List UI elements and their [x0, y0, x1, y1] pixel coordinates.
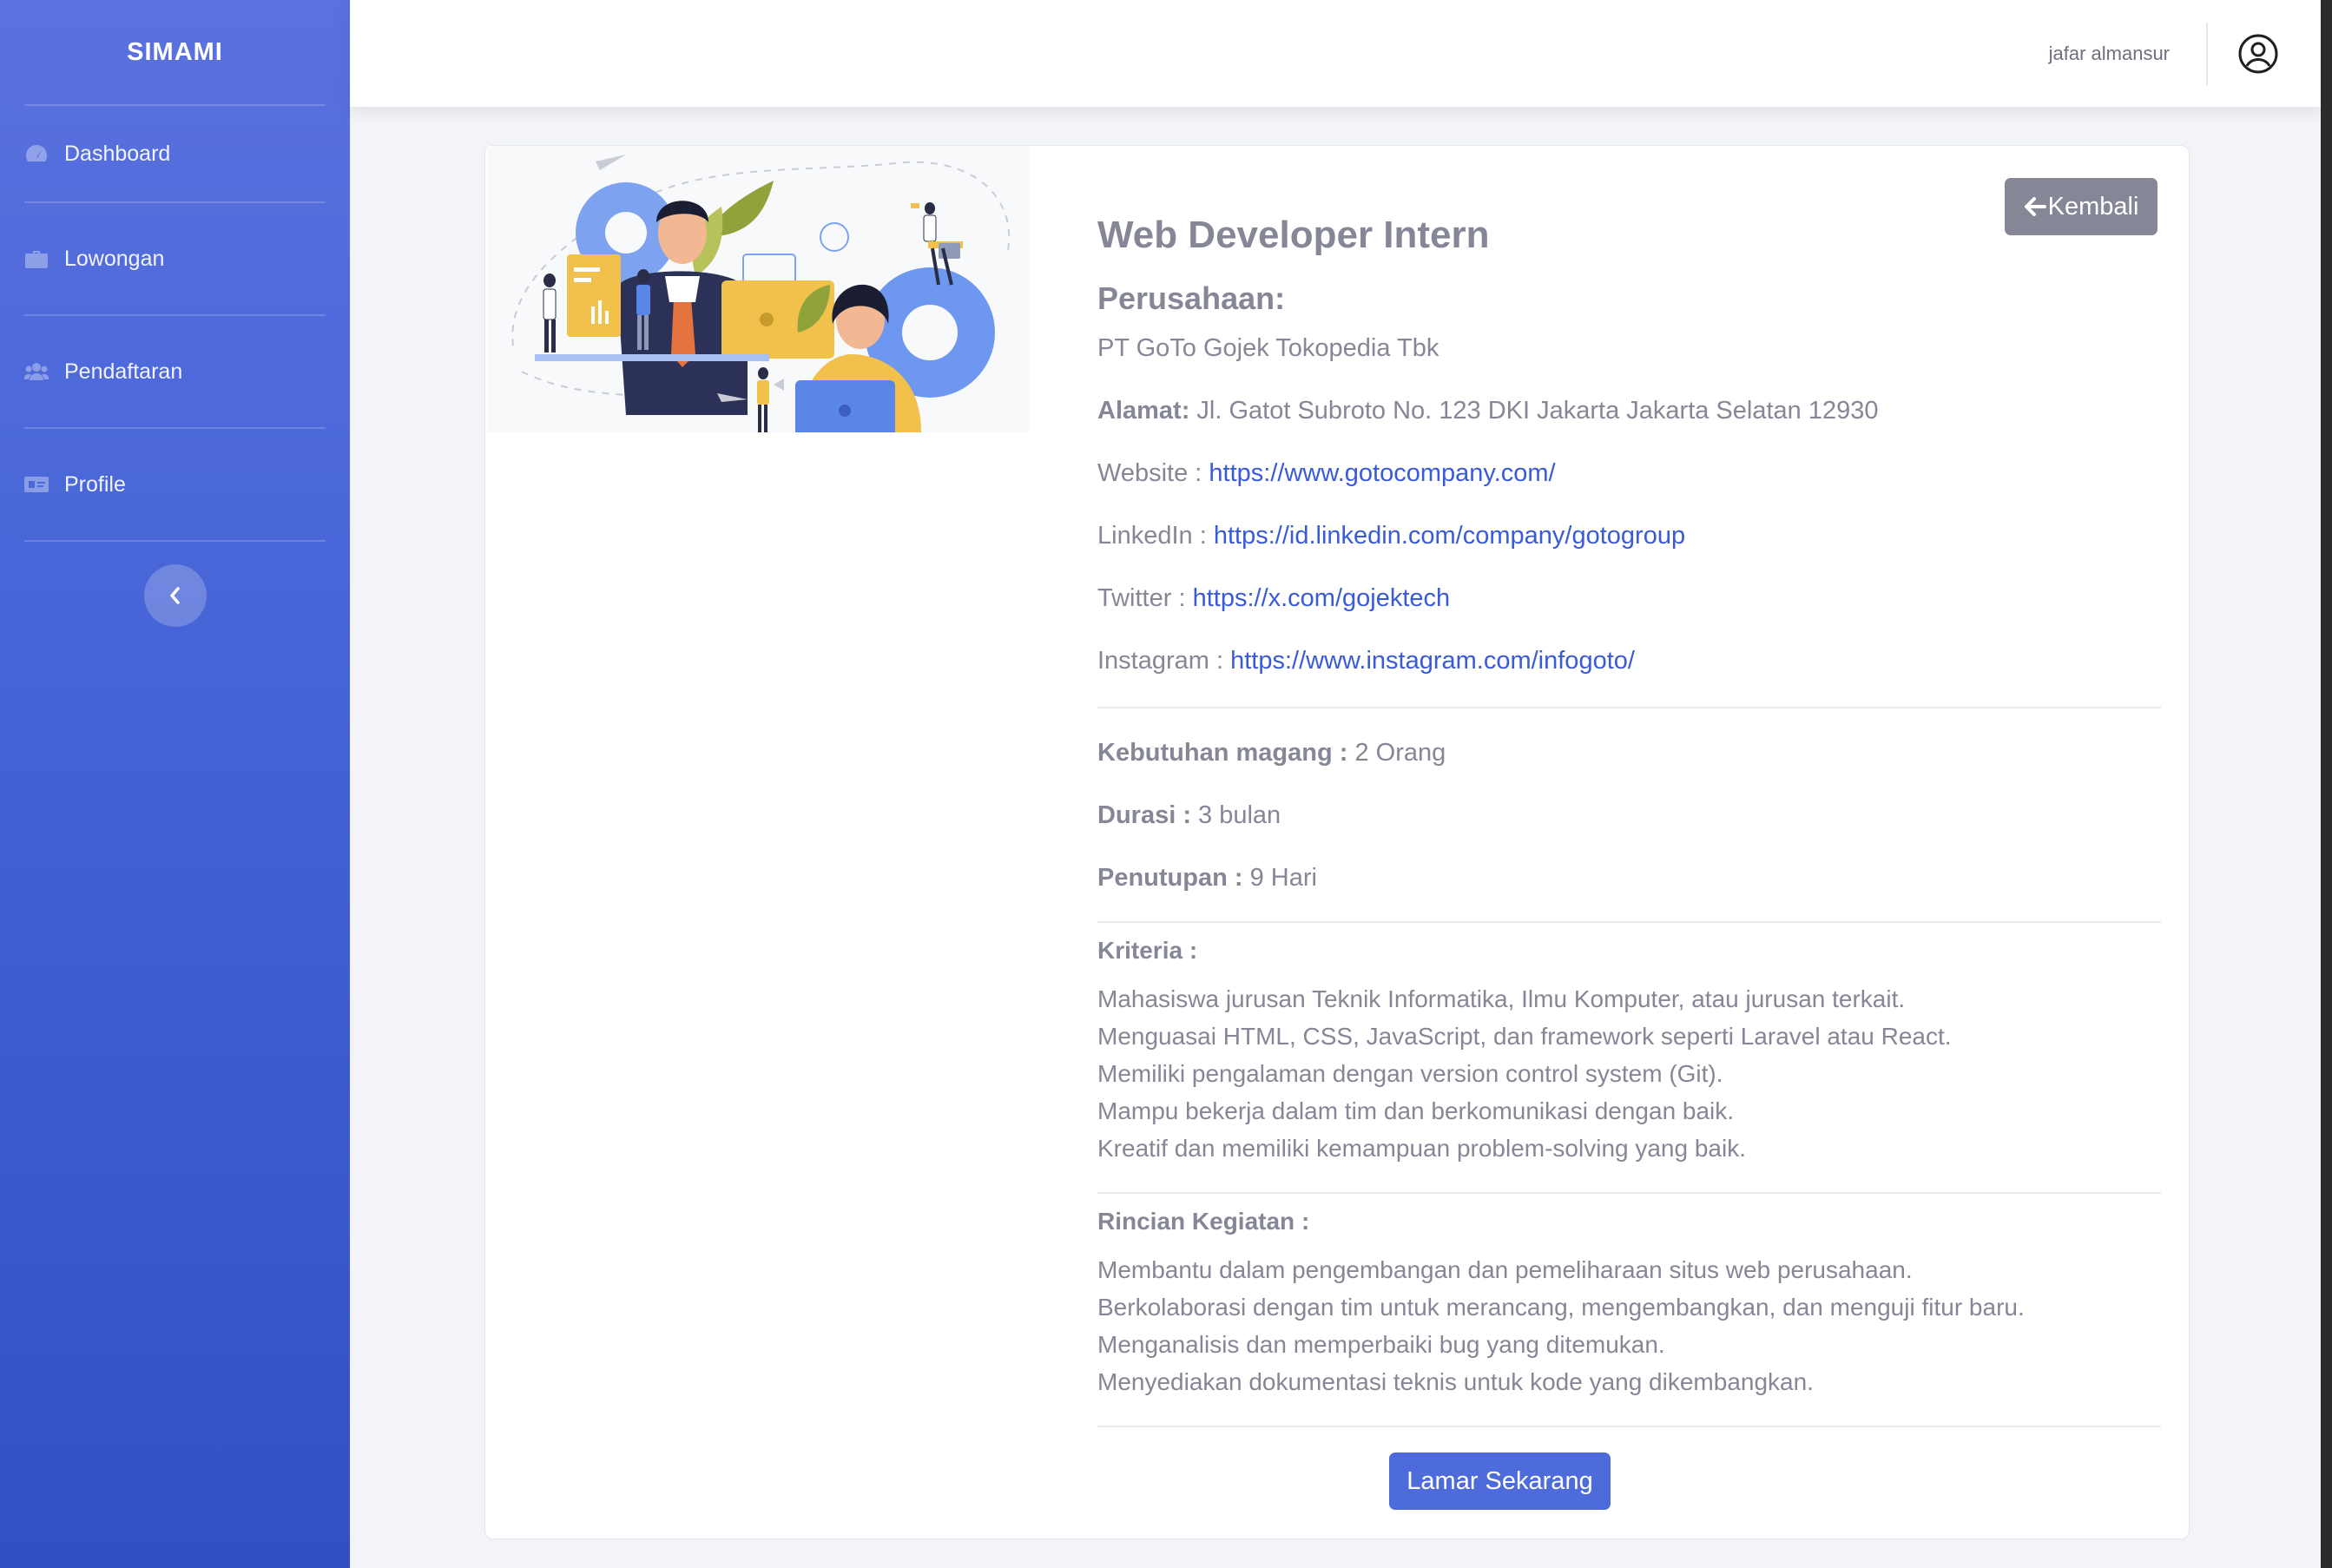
sidebar: SIMAMI Dashboard Lowongan Pendaftaran Pr…	[0, 0, 350, 1568]
sidebar-item-pendaftaran[interactable]: Pendaftaran	[0, 316, 350, 427]
list-item: Berkolaborasi dengan tim untuk merancang…	[1097, 1294, 2025, 1321]
users-icon	[24, 363, 49, 380]
activities-list: Membantu dalam pengembangan dan pemeliha…	[1097, 1251, 2025, 1400]
job-detail-card: Kembali Web Developer Intern Perusahaan:…	[484, 145, 2190, 1539]
instagram-label: Instagram :	[1097, 647, 1224, 675]
arrow-left-icon	[2024, 197, 2046, 216]
company-name: PT GoTo Gojek Tokopedia Tbk	[1097, 334, 1439, 362]
sidebar-item-label: Lowongan	[64, 246, 165, 271]
job-title: Web Developer Intern	[1097, 214, 1490, 256]
id-card-icon	[24, 477, 49, 492]
list-item: Membantu dalam pengembangan dan pemeliha…	[1097, 1256, 1913, 1283]
needs-label: Kebutuhan magang :	[1097, 739, 1348, 767]
website-label: Website :	[1097, 459, 1202, 487]
sidebar-item-lowongan[interactable]: Lowongan	[0, 203, 350, 314]
linkedin-link[interactable]: https://id.linkedin.com/company/gotogrou…	[1214, 522, 1685, 550]
tachometer-icon	[25, 145, 48, 161]
list-item: Mahasiswa jurusan Teknik Informatika, Il…	[1097, 985, 1906, 1012]
instagram-link[interactable]: https://www.instagram.com/infogoto/	[1230, 647, 1635, 675]
twitter-link[interactable]: https://x.com/gojektech	[1193, 584, 1451, 612]
user-circle-icon[interactable]	[2237, 33, 2279, 75]
instagram-row: Instagram : https://www.instagram.com/in…	[1097, 647, 1635, 675]
closing-row: Penutupan : 9 Hari	[1097, 864, 1317, 893]
sidebar-item-profile[interactable]: Profile	[0, 429, 350, 540]
list-item: Menguasai HTML, CSS, JavaScript, dan fra…	[1097, 1023, 1952, 1050]
back-button-label: Kembali	[2047, 192, 2139, 221]
back-button[interactable]: Kembali	[2005, 178, 2157, 235]
needs-value: 2 Orang	[1354, 739, 1446, 767]
duration-label: Durasi :	[1097, 801, 1191, 829]
briefcase-icon	[25, 251, 48, 268]
duration-row: Durasi : 3 bulan	[1097, 801, 1281, 830]
linkedin-label: LinkedIn :	[1097, 522, 1207, 550]
section-divider	[1097, 1426, 2161, 1427]
twitter-label: Twitter :	[1097, 584, 1186, 612]
closing-value: 9 Hari	[1249, 864, 1317, 892]
section-divider	[1097, 921, 2161, 923]
job-illustration	[487, 146, 1029, 432]
topbar: jafar almansur	[350, 0, 2321, 107]
twitter-row: Twitter : https://x.com/gojektech	[1097, 584, 1450, 613]
website-row: Website : https://www.gotocompany.com/	[1097, 459, 1556, 488]
apply-button[interactable]: Lamar Sekarang	[1389, 1453, 1611, 1510]
list-item: Kreatif dan memiliki kemampuan problem-s…	[1097, 1135, 1747, 1162]
sidebar-item-dashboard[interactable]: Dashboard	[0, 106, 350, 201]
sidebar-toggle-button[interactable]	[143, 564, 207, 627]
list-item: Menyediakan dokumentasi teknis untuk kod…	[1097, 1368, 1814, 1395]
address-value: Jl. Gatot Subroto No. 123 DKI Jakarta Ja…	[1196, 397, 1879, 425]
window-edge	[2321, 0, 2332, 1568]
address-label: Alamat:	[1097, 397, 1190, 425]
needs-row: Kebutuhan magang : 2 Orang	[1097, 739, 1446, 768]
criteria-list: Mahasiswa jurusan Teknik Informatika, Il…	[1097, 980, 1952, 1167]
sidebar-divider	[24, 540, 326, 542]
brand-logo[interactable]: SIMAMI	[0, 0, 350, 104]
username-label[interactable]: jafar almansur	[2049, 43, 2170, 65]
address-row: Alamat: Jl. Gatot Subroto No. 123 DKI Ja…	[1097, 397, 1879, 425]
sidebar-item-label: Dashboard	[64, 141, 171, 166]
list-item: Menganalisis dan memperbaiki bug yang di…	[1097, 1331, 1665, 1358]
sidebar-item-label: Pendaftaran	[64, 359, 183, 384]
company-heading: Perusahaan:	[1097, 280, 1286, 316]
chevron-left-icon	[169, 587, 180, 604]
closing-label: Penutupan :	[1097, 864, 1243, 892]
criteria-heading: Kriteria :	[1097, 937, 1198, 964]
duration-value: 3 bulan	[1198, 801, 1281, 829]
topbar-divider	[2206, 22, 2208, 85]
website-link[interactable]: https://www.gotocompany.com/	[1209, 459, 1555, 487]
list-item: Memiliki pengalaman dengan version contr…	[1097, 1060, 1723, 1087]
list-item: Mampu bekerja dalam tim dan berkomunikas…	[1097, 1097, 1735, 1124]
activities-heading: Rincian Kegiatan :	[1097, 1208, 1310, 1235]
section-divider	[1097, 1192, 2161, 1194]
section-divider	[1097, 707, 2161, 708]
linkedin-row: LinkedIn : https://id.linkedin.com/compa…	[1097, 522, 1685, 550]
sidebar-item-label: Profile	[64, 471, 126, 497]
